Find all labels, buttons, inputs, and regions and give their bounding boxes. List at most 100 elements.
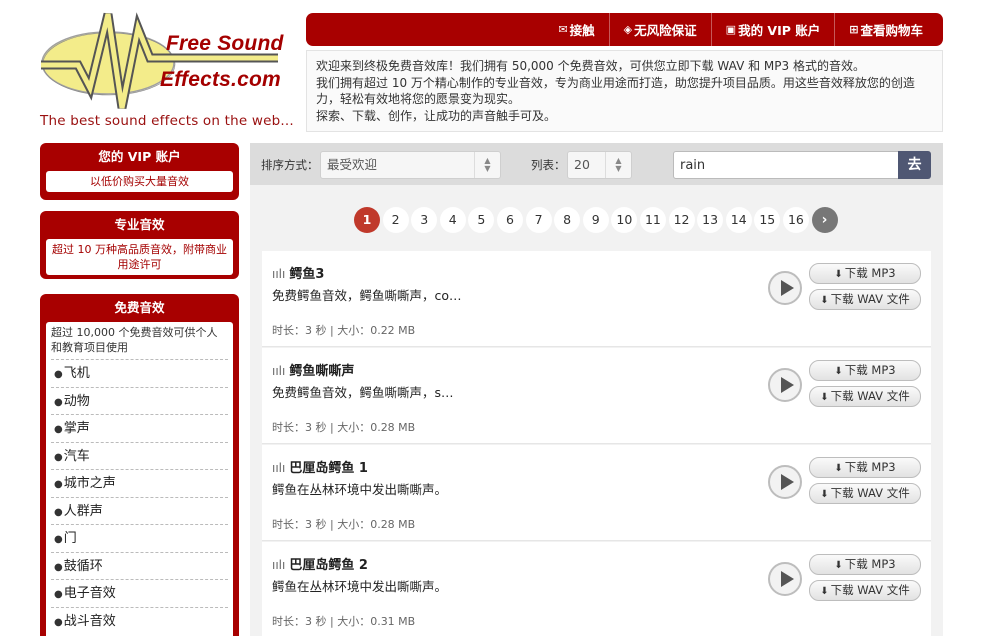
intro-line-3: 探索、下载、创作，让成功的声音触手可及。 (316, 108, 557, 123)
nav-vip-account[interactable]: ▣ 我的 VIP 账户 (710, 13, 835, 46)
category-item[interactable]: ●掌声 (51, 414, 228, 442)
download-wav-button[interactable]: ⬇ 下载 WAV 文件 (809, 580, 921, 601)
waveform-icon: ıılı (272, 267, 286, 281)
next-page-button[interactable]: › (811, 207, 838, 233)
download-icon: ⬇ (820, 586, 829, 597)
intro-line-2: 我们拥有超过 10 万个精心制作的专业音效，专为商业用途而打造，助您提升项目品质… (316, 75, 915, 107)
download-wav-button[interactable]: ⬇ 下载 WAV 文件 (809, 386, 921, 407)
sidebar-free-box: 免费音效 超过 10,000 个免费音效可供个人和教育项目使用 ●飞机 ●动物 … (40, 294, 239, 636)
intro-text-box: 欢迎来到终极免费音效库！我们拥有 50,000 个免费音效，可供您立即下载 WA… (306, 50, 943, 132)
nav-contact[interactable]: ✉ 接触 (544, 13, 608, 46)
download-mp3-button[interactable]: ⬇ 下载 MP3 (809, 263, 921, 284)
download-icon: ⬇ (820, 489, 829, 500)
category-item[interactable]: ●城市之声 (51, 469, 228, 497)
envelope-icon: ✉ (558, 23, 568, 36)
waveform-icon: ıılı (272, 558, 286, 572)
search-button[interactable]: 去 (898, 151, 931, 179)
download-wav-button[interactable]: ⬇ 下载 WAV 文件 (809, 483, 921, 504)
page-15[interactable]: 15 (754, 207, 781, 233)
category-item[interactable]: ●汽车 (51, 441, 228, 470)
waveform-icon: ıılı (272, 364, 286, 378)
sound-result-card: ıılı 鳄鱼嘶嘶声 免费鳄鱼音效，鳄鱼嘶嘶声，s… 时长：3 秒 | 大小：0.… (262, 348, 931, 444)
page-12[interactable]: 12 (668, 207, 695, 233)
page-1[interactable]: 1 (354, 207, 380, 233)
page-8[interactable]: 8 (554, 207, 581, 233)
play-button[interactable] (768, 465, 802, 499)
sound-title[interactable]: ıılı 鳄鱼3 (272, 263, 324, 282)
sound-title[interactable]: ıılı 鳄鱼嘶嘶声 (272, 360, 354, 379)
sound-meta: 时长：3 秒 | 大小：0.28 MB (272, 421, 416, 434)
download-wav-button[interactable]: ⬇ 下载 WAV 文件 (809, 289, 921, 310)
tagline: The best sound effects on the web... (40, 113, 294, 129)
bullet-icon: ● (54, 589, 63, 600)
page-3[interactable]: 3 (411, 207, 438, 233)
search-input[interactable] (673, 151, 899, 179)
sidebar-free-body: 超过 10,000 个免费音效可供个人和教育项目使用 ●飞机 ●动物 ●掌声 ●… (46, 322, 233, 636)
top-navigation: ✉ 接触 ◈ 无风险保证 ▣ 我的 VIP 账户 ⊞ 查看购物车 (306, 13, 943, 46)
page-2[interactable]: 2 (382, 207, 409, 233)
sound-meta: 时长：3 秒 | 大小：0.28 MB (272, 518, 416, 531)
page-9[interactable]: 9 (582, 207, 609, 233)
sound-meta: 时长：3 秒 | 大小：0.22 MB (272, 324, 416, 337)
sound-title[interactable]: ıılı 巴厘岛鳄鱼 1 (272, 457, 368, 476)
user-icon: ▣ (725, 23, 737, 36)
page-13[interactable]: 13 (697, 207, 724, 233)
category-item[interactable]: ●人群声 (51, 496, 228, 525)
bullet-icon: ● (54, 424, 63, 435)
bullet-icon: ● (54, 616, 63, 628)
page-5[interactable]: 5 (468, 207, 495, 233)
page-4[interactable]: 4 (439, 207, 466, 233)
waveform-icon: ıılı (272, 461, 286, 475)
bullet-icon: ● (54, 534, 63, 545)
bullet-icon: ● (54, 396, 63, 408)
sidebar-vip-box[interactable]: 您的 VIP 账户 以低价购买大量音效 (40, 143, 239, 200)
download-mp3-button[interactable]: ⬇ 下载 MP3 (809, 554, 921, 575)
sort-label: 排序方式： (261, 158, 319, 172)
download-mp3-button[interactable]: ⬇ 下载 MP3 (809, 360, 921, 381)
category-item[interactable]: ●战斗音效 (51, 606, 228, 635)
category-item[interactable]: ●飞机 (51, 359, 228, 387)
download-icon: ⬇ (820, 392, 829, 403)
sound-description: 鳄鱼在丛林环境中发出嘶嘶声。 (272, 482, 448, 497)
page-14[interactable]: 14 (725, 207, 752, 233)
results-toolbar: 排序方式： 最受欢迎 ▲▼ 列表： 20 ▲▼ 去 (250, 143, 943, 185)
page-16[interactable]: 16 (782, 207, 809, 233)
sound-description: 鳄鱼在丛林环境中发出嘶嘶声。 (272, 579, 448, 594)
nav-label: 无风险保证 (634, 23, 697, 38)
bullet-icon: ● (54, 369, 63, 380)
shield-icon: ◈ (623, 23, 633, 36)
nav-label: 查看购物车 (860, 23, 923, 38)
sound-title[interactable]: ıılı 巴厘岛鳄鱼 2 (272, 554, 368, 573)
pagination: 1 2 3 4 5 6 7 8 9 10 11 12 13 14 15 16 › (354, 207, 840, 233)
sort-select[interactable]: 最受欢迎 ▲ ▼ (320, 151, 501, 179)
play-button[interactable] (768, 271, 802, 305)
sidebar-pro-box[interactable]: 专业音效 超过 10 万种高品质音效，附带商业用途许可 (40, 211, 239, 279)
list-count-select[interactable]: 20 ▲ ▼ (567, 151, 632, 179)
bullet-icon: ● (54, 506, 63, 518)
play-button[interactable] (768, 562, 802, 596)
category-item[interactable]: ●鼓循环 (51, 551, 228, 580)
download-mp3-button[interactable]: ⬇ 下载 MP3 (809, 457, 921, 478)
sidebar-pro-body[interactable]: 超过 10 万种高品质音效，附带商业用途许可 (46, 239, 233, 275)
category-item[interactable]: ●电子音效 (51, 579, 228, 607)
download-icon: ⬇ (820, 295, 829, 306)
page-11[interactable]: 11 (639, 207, 666, 233)
sound-result-card: ıılı 鳄鱼3 免费鳄鱼音效，鳄鱼嘶嘶声，co… 时长：3 秒 | 大小：0.2… (262, 251, 931, 347)
bullet-icon: ● (54, 451, 63, 463)
page-10[interactable]: 10 (611, 207, 638, 233)
logo-waveform-graphic (41, 12, 278, 109)
sound-description: 免费鳄鱼音效，鳄鱼嘶嘶声，s… (272, 385, 454, 400)
sidebar-free-description: 超过 10,000 个免费音效可供个人和教育项目使用 (51, 326, 218, 354)
nav-guarantee[interactable]: ◈ 无风险保证 (608, 13, 711, 46)
category-item[interactable]: ●门 (51, 524, 228, 552)
download-icon: ⬇ (834, 463, 843, 474)
nav-cart[interactable]: ⊞ 查看购物车 (834, 13, 937, 46)
download-icon: ⬇ (834, 366, 843, 377)
play-button[interactable] (768, 368, 802, 402)
sidebar-vip-body[interactable]: 以低价购买大量音效 (46, 171, 233, 192)
bullet-icon: ● (54, 561, 63, 573)
page-6[interactable]: 6 (496, 207, 523, 233)
updown-arrows-icon: ▲ ▼ (605, 152, 631, 178)
page-7[interactable]: 7 (525, 207, 552, 233)
category-item[interactable]: ●动物 (51, 386, 228, 415)
